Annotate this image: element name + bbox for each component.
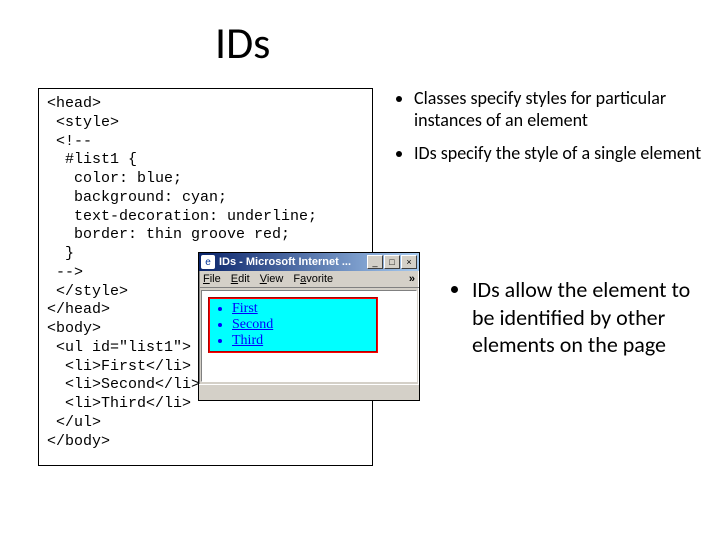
- bullet-list: Classes specify styles for particular in…: [392, 88, 702, 179]
- sub-bullet: IDs allow the element to be identified b…: [448, 276, 698, 359]
- browser-title: IDs - Microsoft Internet ...: [219, 256, 367, 268]
- browser-viewport: First Second Third: [201, 290, 417, 382]
- browser-window: e IDs - Microsoft Internet ... _ □ × Fil…: [198, 252, 420, 401]
- menu-view-rest: iew: [267, 273, 284, 285]
- menu-more-icon[interactable]: »: [409, 273, 415, 285]
- page-title: IDs: [215, 16, 270, 70]
- maximize-button[interactable]: □: [384, 255, 400, 269]
- bullet-item: Classes specify styles for particular in…: [414, 88, 702, 131]
- list-item: Third: [232, 333, 372, 349]
- menu-fav-rest: vorite: [306, 273, 333, 285]
- browser-titlebar: e IDs - Microsoft Internet ... _ □ ×: [199, 253, 419, 271]
- bullet-item: IDs specify the style of a single elemen…: [414, 143, 702, 165]
- rendered-list: First Second Third: [208, 297, 378, 353]
- list-item: First: [232, 301, 372, 317]
- menu-edit-rest: dit: [238, 273, 250, 285]
- menu-view[interactable]: View: [260, 273, 284, 285]
- menu-favorite[interactable]: Favorite: [293, 273, 333, 285]
- slide: IDs <head> <style> <!-- #list1 { color: …: [0, 0, 720, 540]
- list-item: Second: [232, 317, 372, 333]
- menu-file-rest: ile: [210, 273, 221, 285]
- browser-menubar: File Edit View Favorite »: [199, 271, 419, 288]
- menu-file[interactable]: File: [203, 273, 221, 285]
- browser-statusbar: [199, 384, 419, 400]
- menu-edit[interactable]: Edit: [231, 273, 250, 285]
- minimize-button[interactable]: _: [367, 255, 383, 269]
- close-button[interactable]: ×: [401, 255, 417, 269]
- ie-logo-icon: e: [201, 255, 215, 269]
- bullet-item: IDs allow the element to be identified b…: [472, 276, 698, 359]
